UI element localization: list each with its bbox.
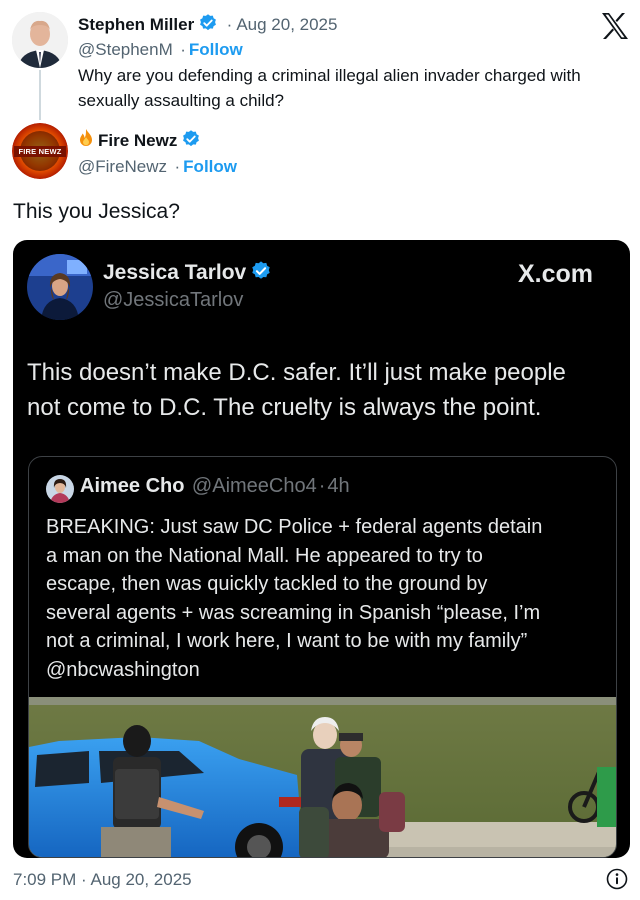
post-timestamp[interactable]: 7:09 PM · Aug 20, 2025 xyxy=(13,870,192,890)
xcom-label: X.com xyxy=(518,260,594,288)
embedded-tweet-text-line1: This doesn’t make D.C. safer. It’ll just… xyxy=(27,359,566,386)
x-logo-icon[interactable] xyxy=(600,12,630,40)
embedded-tweet-text-line2: not come to D.C. The cruelty is always t… xyxy=(27,394,542,421)
author-handle[interactable]: @StephenM xyxy=(78,40,173,59)
quoted-text-line: not a criminal, I work here, I want to b… xyxy=(46,630,528,652)
quoted-text-line: escape, then was quickly tackled to the … xyxy=(46,573,488,595)
follow-button[interactable]: Follow xyxy=(183,157,237,176)
separator: · xyxy=(226,15,233,34)
quoted-text-line: @nbcwashington xyxy=(46,658,200,681)
quoted-tweet: Aimee Cho @AimeeCho4 · 4h BREAKING: Just s… xyxy=(28,456,617,858)
stephen-miller-avatar[interactable] xyxy=(12,12,68,68)
fire-newz-avatar[interactable]: FIRE NEWZ xyxy=(12,123,68,179)
post-date[interactable]: Aug 20, 2025 xyxy=(236,15,337,34)
aimee-cho-avatar xyxy=(46,475,74,503)
parent-tweet-text: Why are you defending a criminal illegal… xyxy=(78,66,581,110)
separator: · xyxy=(318,475,326,497)
separator: · xyxy=(180,40,186,59)
quoted-author-handle: @AimeeCho4 xyxy=(191,475,317,497)
verified-badge-icon xyxy=(198,13,218,38)
author-name[interactable]: Fire Newz xyxy=(98,131,177,150)
verified-badge-icon xyxy=(250,260,272,287)
thread-line xyxy=(39,70,41,120)
info-icon[interactable] xyxy=(606,868,628,890)
quoted-text-line: a man on the National Mall. He appeared … xyxy=(46,544,483,567)
quoted-text-line: BREAKING: Just saw DC Police + federal a… xyxy=(46,516,543,538)
follow-button[interactable]: Follow xyxy=(189,40,243,59)
separator: · xyxy=(174,157,181,176)
reply-tweet-text: This you Jessica? xyxy=(13,200,180,223)
arrest-photo xyxy=(29,697,616,857)
fire-newz-avatar-text: FIRE NEWZ xyxy=(18,147,62,156)
embedded-tweet-card[interactable]: Jessica Tarlov @JessicaTarlov X.com This… xyxy=(13,240,630,858)
embedded-author-handle: @JessicaTarlov xyxy=(103,289,244,311)
quoted-author-name: Aimee Cho xyxy=(80,475,185,497)
quoted-time: 4h xyxy=(327,475,350,497)
quoted-text-line: several agents + was screaming in Spanis… xyxy=(46,601,541,624)
embedded-author-name: Jessica Tarlov xyxy=(103,261,247,284)
fire-emoji-icon xyxy=(76,128,96,153)
verified-badge-icon xyxy=(181,129,201,154)
author-name[interactable]: Stephen Miller xyxy=(78,15,194,34)
author-handle[interactable]: @FireNewz xyxy=(78,157,167,176)
jessica-tarlov-avatar xyxy=(27,254,93,320)
